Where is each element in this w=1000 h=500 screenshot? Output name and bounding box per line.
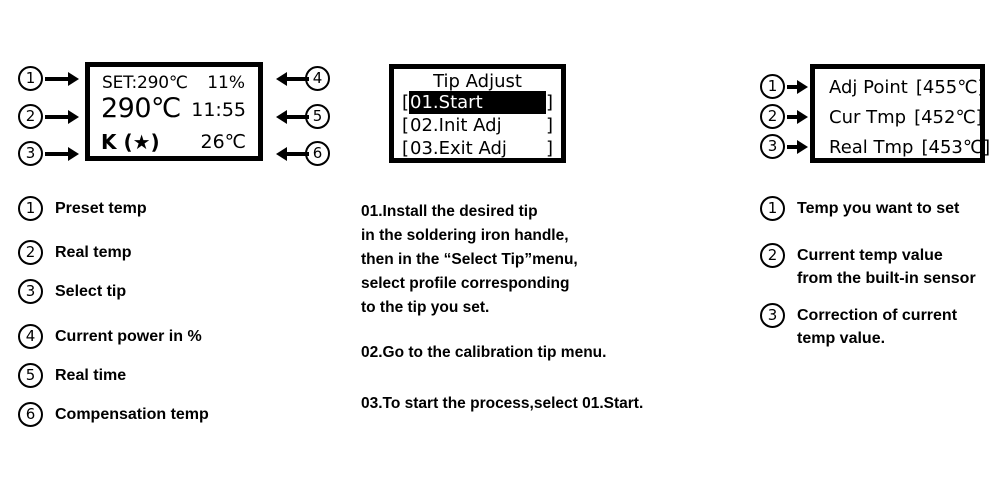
calibration-rows: Adj Point [455℃] Cur Tmp [452℃] Real Tmp… xyxy=(829,73,990,163)
adj-legend-item-2: 2 Current temp value from the built-in s… xyxy=(760,243,1000,290)
legend-circle-6: 6 xyxy=(18,402,43,427)
bracket-open-icon: [ xyxy=(402,115,410,136)
legend-circle-1: 1 xyxy=(18,196,43,221)
legend-label-3: Select tip xyxy=(55,283,127,300)
callout-circle-2: 2 xyxy=(18,104,43,129)
main-status-display: SET:290℃ 11% 290℃ 11:55 K (★) 26℃ xyxy=(85,62,263,161)
clock-readout: 11:55 xyxy=(191,99,246,121)
adj-legend-label-3: Correction of current temp value. xyxy=(797,307,958,347)
adj-legend-circle-3: 3 xyxy=(760,303,785,328)
menu-item-start[interactable]: [ 01.Start ] xyxy=(402,91,553,114)
real-tmp-label: Real Tmp xyxy=(829,137,914,158)
legend-item-6: 6 Compensation temp xyxy=(18,402,298,427)
real-tmp-row: Real Tmp [453℃] xyxy=(829,133,990,163)
adj-point-row: Adj Point [455℃] xyxy=(829,73,984,103)
adj-point-label: Adj Point xyxy=(829,77,908,98)
menu-list: [ 01.Start ] [ 02.Init Adj ] [ 03.Exit A… xyxy=(402,91,553,160)
menu-title: Tip Adjust xyxy=(433,71,522,92)
callout-arrow-2-head xyxy=(68,110,79,124)
real-temp-readout: 290℃ xyxy=(101,93,181,124)
menu-item-init-adj[interactable]: [ 02.Init Adj ] xyxy=(402,114,553,137)
legend-item-1: 1 Preset temp xyxy=(18,196,298,221)
adj-legend-label-1: Temp you want to set xyxy=(797,200,960,217)
instruction-step-03: 03.To start the process,select 01.Start. xyxy=(361,395,644,412)
callout-arrow-6 xyxy=(287,152,309,156)
cur-tmp-value: [452℃] xyxy=(914,107,983,128)
compensation-temp-readout: 26℃ xyxy=(200,131,246,153)
preset-temp-readout: SET:290℃ xyxy=(102,73,188,93)
legend-circle-3: 3 xyxy=(18,279,43,304)
callout-arrow-5-head xyxy=(276,110,287,124)
legend-label-2: Real temp xyxy=(55,244,132,261)
adj-legend-item-1: 1 Temp you want to set xyxy=(760,196,995,221)
legend-item-2: 2 Real temp xyxy=(18,240,298,265)
menu-item-start-label: 01.Start xyxy=(409,91,546,114)
real-tmp-value: [453℃] xyxy=(921,137,991,158)
callout-arrow-4-head xyxy=(276,72,287,86)
adj-callout-circle-3: 3 xyxy=(760,134,785,159)
legend-label-4: Current power in % xyxy=(55,328,202,345)
legend-label-5: Real time xyxy=(55,367,127,384)
legend-item-5: 5 Real time xyxy=(18,363,298,388)
cur-tmp-row: Cur Tmp [452℃] xyxy=(829,103,983,133)
legend-item-3: 3 Select tip xyxy=(18,279,298,304)
menu-item-exit-adj[interactable]: [ 03.Exit Adj ] xyxy=(402,137,553,160)
legend-label-1: Preset temp xyxy=(55,200,147,217)
adj-point-value: [455℃] xyxy=(915,77,985,98)
tip-calibration-display: Adj Point [455℃] Cur Tmp [452℃] Real Tmp… xyxy=(810,64,990,163)
menu-item-init-adj-label: 02.Init Adj xyxy=(410,115,502,136)
legend-circle-4: 4 xyxy=(18,324,43,349)
power-percent-readout: 11% xyxy=(207,73,245,93)
legend-label-6: Compensation temp xyxy=(55,406,209,423)
bracket-close-icon: ] xyxy=(545,138,553,159)
instruction-step-01: 01.Install the desired tip in the solder… xyxy=(361,203,578,316)
callout-circle-1: 1 xyxy=(18,66,43,91)
adj-legend-circle-2: 2 xyxy=(760,243,785,268)
legend-circle-5: 5 xyxy=(18,363,43,388)
cur-tmp-label: Cur Tmp xyxy=(829,107,907,128)
adj-callout-arrow-1-head xyxy=(797,80,808,94)
adj-legend-item-3: 3 Correction of current temp value. xyxy=(760,303,995,350)
callout-arrow-3-head xyxy=(68,147,79,161)
callout-arrow-5 xyxy=(287,115,309,119)
menu-item-exit-adj-label: 03.Exit Adj xyxy=(410,138,507,159)
adj-legend-label-2: Current temp value from the built-in sen… xyxy=(797,247,976,287)
legend-circle-2: 2 xyxy=(18,240,43,265)
selected-tip-readout: K (★) xyxy=(101,130,160,154)
bracket-open-icon: [ xyxy=(402,138,410,159)
adj-legend-circle-1: 1 xyxy=(760,196,785,221)
instruction-step-02: 02.Go to the calibration tip menu. xyxy=(361,344,607,361)
adj-callout-arrow-2-head xyxy=(797,110,808,124)
callout-arrow-6-head xyxy=(276,147,287,161)
legend-item-4: 4 Current power in % xyxy=(18,324,298,349)
bracket-close-icon: ] xyxy=(545,115,553,136)
tip-adjust-menu-display: Tip Adjust [ 01.Start ] [ 02.Init Adj ] … xyxy=(389,64,566,163)
adj-callout-circle-1: 1 xyxy=(760,74,785,99)
callout-circle-3: 3 xyxy=(18,141,43,166)
adj-callout-arrow-3-head xyxy=(797,140,808,154)
callout-arrow-4 xyxy=(287,77,309,81)
bracket-open-icon: [ xyxy=(402,92,410,113)
callout-arrow-1-head xyxy=(68,72,79,86)
bracket-close-icon: ] xyxy=(545,92,553,113)
adj-callout-circle-2: 2 xyxy=(760,104,785,129)
